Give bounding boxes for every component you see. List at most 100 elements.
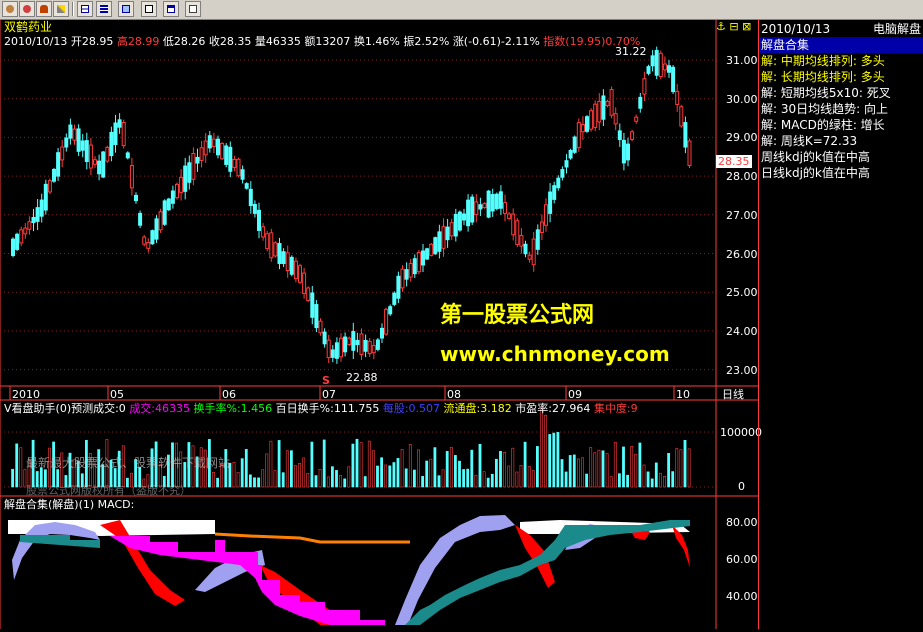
volume-bar xyxy=(687,448,691,488)
volume-bar xyxy=(347,466,351,488)
volume-bar xyxy=(343,478,347,488)
volume-bar xyxy=(441,469,445,488)
page-icon[interactable] xyxy=(185,1,201,17)
volume-bar xyxy=(285,450,289,488)
month-label: 2010 xyxy=(12,388,40,401)
candle-body xyxy=(384,308,389,335)
candle-body xyxy=(429,243,434,256)
volume-bar xyxy=(310,441,314,488)
candle-body xyxy=(52,168,56,182)
candle-body xyxy=(576,122,581,149)
candle-body xyxy=(125,152,130,159)
candle-body xyxy=(675,90,680,105)
candle-body xyxy=(564,160,569,168)
candle-body xyxy=(482,202,487,209)
volume-bar xyxy=(335,470,338,488)
candle-body xyxy=(195,156,200,164)
volume-bar xyxy=(277,440,281,488)
volume-bar xyxy=(11,468,15,488)
candle-body xyxy=(601,95,606,120)
quote-turnover: 换1.46% xyxy=(353,35,400,48)
candle-body xyxy=(667,65,671,73)
volume-bar xyxy=(675,448,679,488)
sidebar-date: 2010/10/13 xyxy=(761,22,831,36)
candle-body xyxy=(154,218,159,240)
price-axis-label: 23.00 xyxy=(726,363,758,377)
volume-bar xyxy=(499,450,502,488)
volume-bar xyxy=(585,473,589,488)
candle-body xyxy=(277,243,282,264)
sidebar-item: 日线kdj的k值在中高 xyxy=(761,166,870,180)
candle-body xyxy=(687,140,692,166)
volume-bar xyxy=(486,477,490,488)
candle-body xyxy=(421,250,425,266)
volume-bar xyxy=(429,458,433,488)
vol-concentration: 集中度:9 xyxy=(593,402,638,415)
period-label[interactable]: 日线 xyxy=(722,388,744,401)
volume-bar xyxy=(658,472,662,488)
volume-bar xyxy=(667,453,671,488)
candle-body xyxy=(146,241,151,249)
candle-body xyxy=(199,147,204,161)
volume-bar xyxy=(289,450,293,488)
quote-high: 高28.99 xyxy=(116,35,160,48)
draw-icon[interactable] xyxy=(53,1,69,17)
panel-controls-icon[interactable]: ⚓ ⊟ ⊠ xyxy=(716,20,751,33)
volume-bar xyxy=(367,440,371,488)
sidebar-section[interactable]: 解盘合集 xyxy=(759,37,923,53)
candle-body xyxy=(642,78,647,95)
quote-date: 2010/10/13 xyxy=(4,35,68,48)
analysis-sidebar: 2010/10/13 电脑解盘 解盘合集 解: 中期均线排列: 多头 解: 长期均… xyxy=(758,20,923,629)
candle-body xyxy=(396,275,401,299)
candle-body xyxy=(339,337,343,358)
candle-body xyxy=(183,165,188,192)
quote-line: 2010/10/13 开28.95 高28.99 低28.26 收28.35 量… xyxy=(4,35,640,48)
candle-body xyxy=(486,190,491,218)
volume-bar xyxy=(392,462,396,488)
month-label: 06 xyxy=(222,388,236,401)
volume-bar xyxy=(445,451,449,488)
bell-icon[interactable] xyxy=(36,1,52,17)
alarm-icon[interactable] xyxy=(19,1,35,17)
volume-bar xyxy=(511,447,515,488)
candle-body xyxy=(580,123,585,133)
candle-body xyxy=(68,124,73,139)
home-icon[interactable] xyxy=(2,1,18,17)
volume-bar xyxy=(253,477,256,488)
volume-bar xyxy=(515,471,519,488)
split-icon[interactable] xyxy=(77,1,93,17)
volume-bar xyxy=(273,470,277,488)
candle-body xyxy=(19,229,24,244)
candle-body xyxy=(162,200,167,225)
candle-body xyxy=(31,216,36,224)
volume-bar xyxy=(527,466,531,488)
volume-bar xyxy=(265,453,269,488)
candle-body xyxy=(572,136,577,153)
volume-bar xyxy=(626,474,630,488)
volume-bar xyxy=(281,472,285,488)
stock-name: 双鹤药业 xyxy=(4,20,53,34)
candle-body xyxy=(203,140,208,156)
candle-body xyxy=(257,209,261,231)
list-icon[interactable] xyxy=(96,1,112,17)
volume-bar xyxy=(613,441,617,488)
volume-bar xyxy=(581,457,584,488)
watermark-2: 股票公式网版权所有（盗版不究） xyxy=(26,484,191,497)
candle-body xyxy=(470,196,475,223)
sidebar-header: 2010/10/13 电脑解盘 xyxy=(759,21,923,37)
candle-body xyxy=(617,130,622,141)
candle-body xyxy=(80,140,85,151)
grid-icon[interactable] xyxy=(118,1,134,17)
candle-body xyxy=(150,230,155,245)
chart-canvas[interactable] xyxy=(0,20,758,629)
candle-body xyxy=(634,116,639,122)
vol-turnover: 换手率%:1.456 xyxy=(193,402,273,415)
volume-bar xyxy=(257,477,261,488)
price-axis-label: 29.00 xyxy=(726,131,758,145)
candle-body xyxy=(404,269,409,280)
chart-area[interactable]: 双鹤药业 2010/10/13 开28.95 高28.99 低28.26 收28… xyxy=(0,20,762,629)
candle-body xyxy=(408,263,413,278)
candle-body xyxy=(43,183,48,211)
calc-icon[interactable] xyxy=(141,1,157,17)
window-icon[interactable] xyxy=(163,1,179,17)
